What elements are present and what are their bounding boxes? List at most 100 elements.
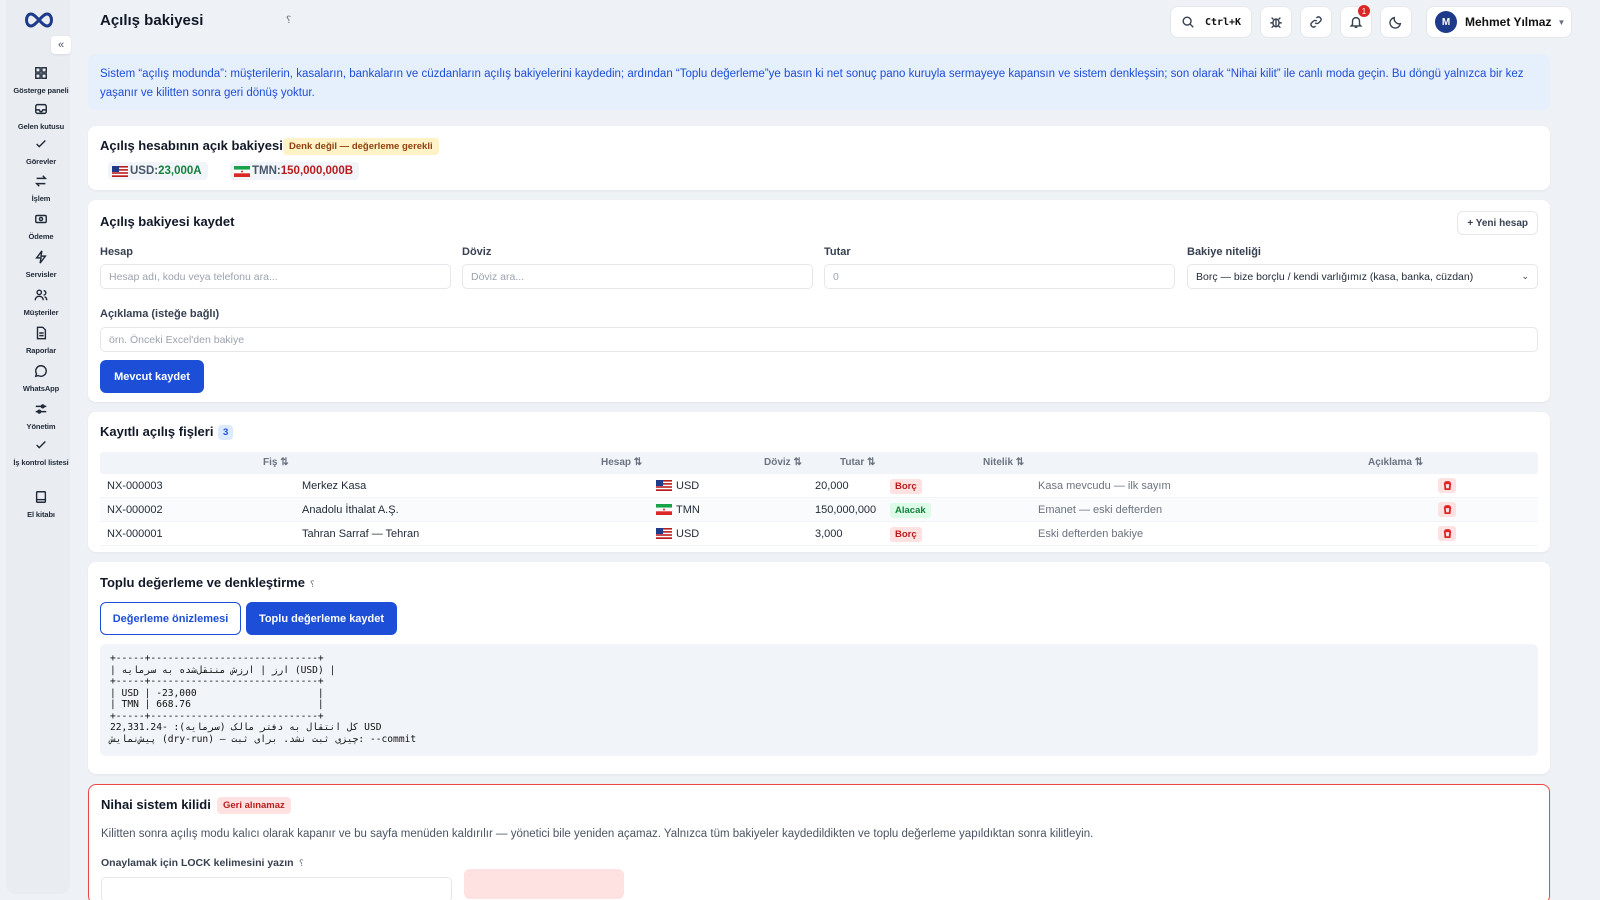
avatar: M [1435, 11, 1457, 33]
copy-link-button[interactable] [1300, 6, 1332, 38]
us-flag-icon [112, 165, 128, 177]
new-account-button[interactable]: + Yeni hesap [1457, 211, 1538, 235]
count-badge: 3 [218, 425, 234, 440]
iran-flag-icon [656, 504, 672, 515]
sidebar-item-dashboard[interactable]: Gösterge paneli [10, 66, 72, 96]
users-icon [34, 289, 48, 301]
description-input[interactable]: örn. Önceki Excel'den bakiye [100, 327, 1538, 352]
vouchers-title: Kayıtlı açılış fişleri [100, 424, 214, 439]
currency-search-input[interactable]: Döviz ara... [462, 264, 813, 289]
sidebar-item-services[interactable]: Servisler [10, 250, 72, 280]
help-icon[interactable]: ؟ [299, 858, 304, 869]
currency-code: USD [130, 165, 155, 177]
moon-icon [1389, 16, 1402, 29]
sidebar-item-customers[interactable]: Müşteriler [10, 288, 72, 318]
save-balance-button[interactable]: Mevcut kaydet [100, 360, 204, 393]
table-row[interactable]: NX-000003 Merkez Kasa USD 20,000 Borç Ka… [100, 474, 1538, 498]
sidebar-item-label: Yönetim [26, 422, 56, 431]
currency-code: TMN [676, 504, 700, 516]
sidebar-item-label: Gösterge paneli [13, 86, 69, 95]
table-row[interactable]: NX-000001 Tahran Sarraf — Tehran USD 3,0… [100, 522, 1538, 546]
delete-button[interactable] [1438, 502, 1456, 517]
trash-icon [1443, 505, 1451, 514]
column-header-nature[interactable]: Nitelik ⇅ [983, 457, 1024, 468]
book-icon [35, 491, 47, 503]
user-name: Mehmet Yılmaz [1465, 15, 1552, 29]
bulk-valuation-save-button[interactable]: Toplu değerleme kaydet [246, 602, 397, 635]
balance-nature-label: Bakiye niteliği [1187, 246, 1261, 258]
chevron-down-icon: ▼ [1557, 17, 1566, 27]
amount: 3,000 [815, 528, 843, 540]
sidebar-item-management[interactable]: Yönetim [10, 402, 72, 432]
vouchers-table: Fiş ⇅ Hesap ⇅ Döviz ⇅ Tutar ⇅ Nitelik ⇅ … [100, 452, 1538, 546]
help-icon[interactable]: ؟ [286, 15, 291, 26]
notifications-button[interactable]: 1 [1340, 5, 1372, 38]
link-icon [1310, 16, 1322, 28]
column-header-currency[interactable]: Döviz ⇅ [764, 457, 802, 468]
iran-flag-icon [234, 165, 250, 177]
user-menu[interactable]: M Mehmet Yılmaz ▼ [1426, 6, 1572, 38]
valuation-output-text: +-----+-----------------------------+ | … [110, 653, 417, 745]
column-header-amount[interactable]: Tutar ⇅ [840, 457, 875, 468]
amount: 150,000,000 [815, 504, 877, 516]
valuation-title: Toplu değerleme ve denkleştirme [100, 575, 305, 590]
nature-badge: Borç [890, 479, 922, 494]
sidebar-item-tasks[interactable]: Görevler [10, 137, 72, 167]
trash-icon [1443, 529, 1451, 538]
column-header-account[interactable]: Hesap ⇅ [601, 457, 642, 468]
valuation-card: Toplu değerleme ve denkleştirme ؟ Değerl… [88, 562, 1550, 774]
theme-toggle-button[interactable] [1380, 6, 1412, 38]
top-header: Açılış bakiyesi ؟ Ctrl+K 1 M Mehmet Yılm… [76, 0, 1600, 44]
column-header-description[interactable]: Açıklama ⇅ [1368, 457, 1423, 468]
info-banner: Sistem “açılış modunda”: müşterilerin, k… [88, 54, 1550, 110]
bolt-icon [35, 250, 47, 264]
sidebar-item-whatsapp[interactable]: WhatsApp [10, 364, 72, 394]
sidebar-item-label: Ödeme [28, 232, 54, 241]
payment-icon [35, 214, 47, 224]
lock-title: Nihai sistem kilidi [101, 797, 211, 812]
description: Kasa mevcudu — ilk sayım [1038, 480, 1171, 492]
lock-confirm-input[interactable] [101, 877, 452, 900]
notification-count-badge: 1 [1358, 5, 1370, 17]
nature-badge: Borç [890, 527, 922, 542]
description: Eski defterden bakiye [1038, 528, 1144, 540]
delete-button[interactable] [1438, 478, 1456, 493]
delete-button[interactable] [1438, 526, 1456, 541]
sidebar-item-checklist[interactable]: İş kontrol listesi [10, 438, 72, 468]
sidebar-item-label: Görevler [25, 157, 57, 166]
valuation-preview-button[interactable]: Değerleme önizlemesi [100, 602, 241, 635]
sidebar-item-payment[interactable]: Ödeme [10, 212, 72, 242]
help-icon[interactable]: ؟ [310, 579, 315, 590]
sliders-icon [35, 404, 47, 414]
sidebar-item-label: Gelen kutusu [17, 122, 65, 131]
bell-icon [1349, 16, 1363, 28]
report-icon [36, 326, 47, 340]
valuation-output: +-----+-----------------------------+ | … [100, 644, 1538, 756]
sidebar-item-label: Servisler [25, 270, 57, 279]
final-lock-button[interactable] [464, 869, 624, 899]
sidebar-item-handbook[interactable]: El kitabı [10, 490, 72, 520]
us-flag-icon [656, 528, 672, 539]
search-button[interactable]: Ctrl+K [1170, 6, 1252, 38]
us-flag-icon [656, 480, 672, 491]
debug-button[interactable] [1260, 6, 1292, 38]
account-label: Hesap [100, 246, 134, 258]
dashboard-icon [35, 67, 47, 79]
description-label: Açıklama (isteğe bağlı) [100, 308, 220, 320]
sidebar-item-reports[interactable]: Raporlar [10, 326, 72, 356]
account-search-input[interactable]: Hesap adı, kodu veya telefonu ara... [100, 264, 451, 289]
sidebar-item-inbox[interactable]: Gelen kutusu [10, 102, 72, 132]
sidebar-item-transactions[interactable]: İşlem [10, 174, 72, 204]
sidebar-item-label: El kitabı [27, 510, 55, 519]
sidebar-item-label: Raporlar [25, 346, 57, 355]
chat-icon [34, 365, 47, 378]
search-icon [1182, 16, 1194, 28]
open-balance-card: Açılış hesabının açık bakiyesi Denk deği… [88, 126, 1550, 190]
balance-nature-select[interactable]: Borç — bize borçlu / kendi varlığımız (k… [1187, 264, 1538, 289]
collapse-sidebar-button[interactable]: « [51, 36, 71, 54]
transfer-icon [34, 175, 48, 187]
table-row[interactable]: NX-000002 Anadolu İthalat A.Ş. TMN 150,0… [100, 498, 1538, 522]
currency-code: TMN [252, 165, 277, 177]
column-header-voucher[interactable]: Fiş ⇅ [263, 457, 289, 468]
amount-input[interactable]: 0 [824, 264, 1175, 289]
